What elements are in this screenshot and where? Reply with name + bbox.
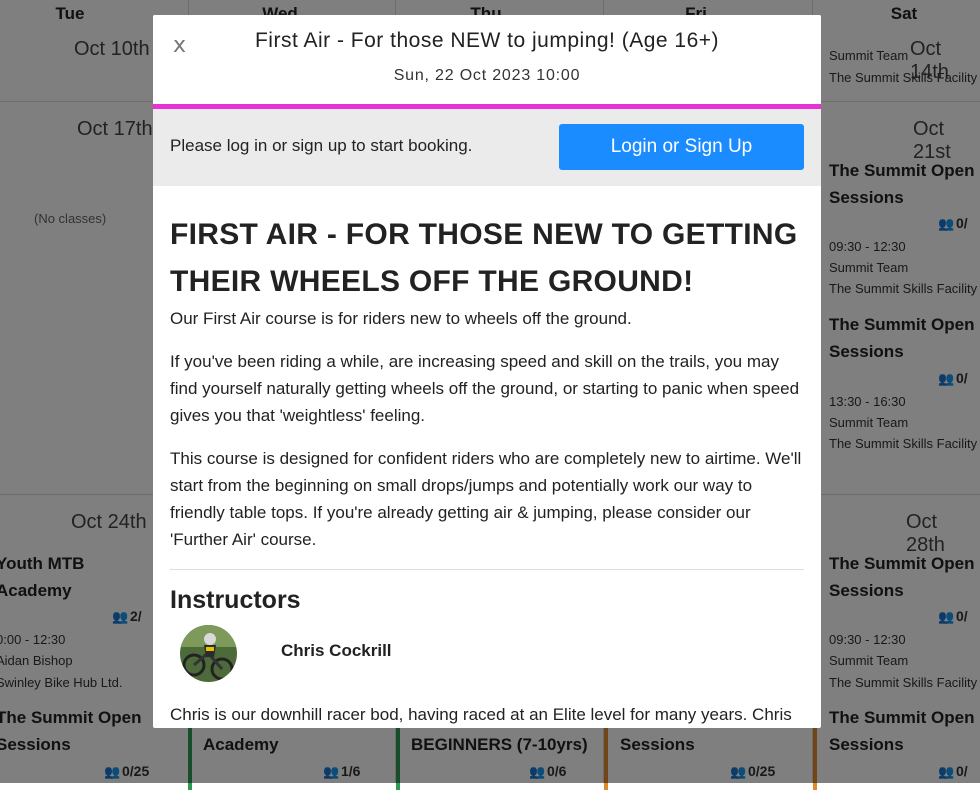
section-divider xyxy=(170,569,804,570)
class-detail-modal: x First Air - For those NEW to jumping! … xyxy=(153,15,821,728)
instructors-heading: Instructors xyxy=(170,586,301,614)
login-message: Please log in or sign up to start bookin… xyxy=(170,136,473,155)
modal-header: x First Air - For those NEW to jumping! … xyxy=(153,15,821,104)
instructor-avatar xyxy=(180,625,237,682)
description-paragraph: Our First Air course is for riders new t… xyxy=(170,309,632,328)
modal-title: First Air - For those NEW to jumping! (A… xyxy=(254,29,720,52)
instructor-name: Chris Cockrill xyxy=(281,641,392,660)
instructor-row: Chris Cockrill xyxy=(170,625,804,687)
course-heading: FIRST AIR - FOR THOSE NEW TO GETTING THE… xyxy=(170,218,798,298)
instructor-bio: Chris is our downhill racer bod, having … xyxy=(170,705,792,724)
class-datetime: Sun, 22 Oct 2023 10:00 xyxy=(393,67,581,84)
description-paragraph: If you've been riding a while, are incre… xyxy=(170,352,800,425)
login-signup-button[interactable]: Login or Sign Up xyxy=(559,124,804,170)
description-paragraph: This course is designed for confident ri… xyxy=(170,449,802,549)
close-button[interactable]: x xyxy=(173,33,186,58)
modal-body: FIRST AIR - FOR THOSE NEW TO GETTING THE… xyxy=(170,211,804,728)
login-prompt-bar: Please log in or sign up to start bookin… xyxy=(153,109,821,186)
